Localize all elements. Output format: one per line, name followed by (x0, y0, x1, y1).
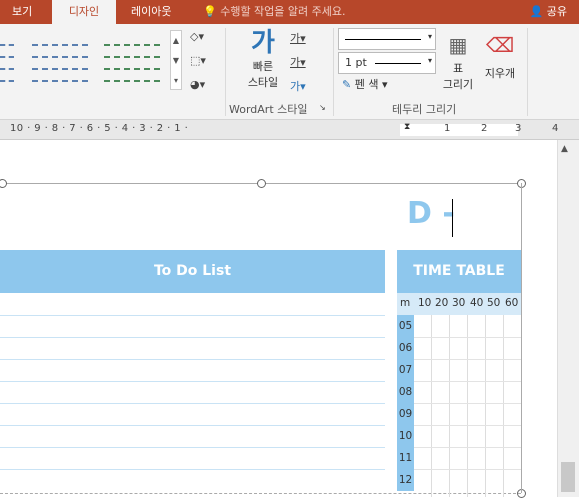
table-styles-gallery[interactable] (0, 32, 182, 98)
tell-me-placeholder: 수행할 작업을 알려 주세요. (220, 5, 346, 18)
ruler-marks-left: 10 · 9 · 8 · 7 · 6 · 5 · 4 · 3 · 2 · 1 · (10, 123, 189, 134)
tell-me-search[interactable]: 💡 수행할 작업을 알려 주세요. (203, 0, 346, 24)
hour-cell: 05 (397, 315, 414, 337)
pen-icon: ✎ (342, 78, 352, 91)
quick-styles-button[interactable]: 가 빠른 스타일 (240, 28, 286, 98)
page (0, 140, 557, 497)
pen-weight-value: 1 pt (345, 56, 367, 69)
shading-icon[interactable]: ◇▾ (190, 30, 204, 43)
person-icon: 👤 (529, 5, 544, 18)
document-area (0, 140, 579, 497)
scroll-thumb[interactable] (561, 462, 575, 492)
draw-table-line1: 표 (452, 62, 464, 75)
todo-header[interactable]: To Do List (0, 250, 385, 293)
minute-col: 60 (505, 297, 519, 309)
eraser-icon: ⌫ (485, 33, 515, 57)
pen-weight-select[interactable]: 1 pt ▾ (338, 52, 436, 74)
hour-cell: 06 (397, 337, 414, 359)
text-outline-icon[interactable]: 가▾ (290, 54, 306, 70)
minute-label: m (400, 297, 411, 309)
hour-cell: 12 (397, 469, 414, 491)
tab-design[interactable]: 디자인 (52, 0, 116, 24)
eraser-button[interactable]: ⌫ 지우개 (480, 30, 520, 98)
ruler-mark: 3 (515, 123, 522, 134)
ruler-mark: 1 (444, 123, 451, 134)
share-button[interactable]: 👤 공유 (530, 0, 567, 24)
hour-cell: 10 (397, 425, 414, 447)
resize-handle[interactable] (257, 179, 266, 188)
ribbon: ▲ ▼ ▾ ◇▾ ⬚▾ ◕▾ 가 빠른 스타일 가▾ 가▾ 가▾ WordArt 스… (0, 24, 579, 120)
hour-cell: 11 (397, 447, 414, 469)
d-day-title[interactable]: D - (407, 196, 455, 231)
borders-icon[interactable]: ⬚▾ (190, 54, 206, 67)
tab-layout[interactable]: 레이아웃 (131, 0, 171, 24)
quick-style-line2: 스타일 (247, 76, 279, 89)
minute-col: 50 (487, 297, 501, 309)
minute-col: 20 (435, 297, 449, 309)
hour-cell: 07 (397, 359, 414, 381)
lightbulb-icon: 💡 (203, 5, 217, 18)
text-effects-icon[interactable]: 가▾ (290, 78, 306, 94)
vertical-scrollbar[interactable]: ▲ (557, 140, 579, 497)
horizontal-ruler[interactable]: 10 · 9 · 8 · 7 · 6 · 5 · 4 · 3 · 2 · 1 ·… (0, 120, 579, 140)
borders-group-label: 테두리 그리기 (392, 103, 457, 116)
eraser-label: 지우개 (484, 67, 516, 80)
wordart-group-label: WordArt 스타일 (229, 103, 308, 116)
hour-cell: 09 (397, 403, 414, 425)
pen-style-select[interactable]: ▾ (338, 28, 436, 50)
tab-view[interactable]: 보기 (12, 0, 32, 24)
draw-table-button[interactable]: ▦ 표 그리기 (440, 30, 476, 98)
dialog-launcher-icon[interactable]: ↘ (319, 103, 326, 112)
pen-color-button[interactable]: ✎ 펜 색 ▾ (342, 76, 388, 92)
minute-col: 10 (418, 297, 432, 309)
pen-color-label: 펜 색 (354, 78, 379, 91)
effects-icon[interactable]: ◕▾ (190, 78, 205, 91)
scroll-up-icon[interactable]: ▲ (561, 144, 568, 154)
ruler-mark: 2 (481, 123, 488, 134)
ribbon-tab-bar: 보기 디자인 레이아웃 💡 수행할 작업을 알려 주세요. 👤 공유 (0, 0, 579, 24)
timetable-header[interactable]: TIME TABLE (397, 250, 521, 293)
minute-col: 30 (452, 297, 466, 309)
minute-col: 40 (470, 297, 484, 309)
draw-table-line2: 그리기 (442, 78, 474, 91)
text-fill-icon[interactable]: 가▾ (290, 30, 306, 46)
indent-marker-icon[interactable]: ⧗ (404, 122, 410, 132)
wordart-a-icon: 가 (251, 28, 275, 58)
text-cursor (452, 199, 453, 237)
quick-style-line1: 빠른 (252, 60, 274, 73)
draw-table-icon: ▦ (448, 33, 468, 57)
hour-cell: 08 (397, 381, 414, 403)
share-label: 공유 (546, 5, 567, 18)
gallery-scroll[interactable]: ▲ ▼ ▾ (170, 30, 182, 90)
ruler-mark: 4 (552, 123, 559, 134)
